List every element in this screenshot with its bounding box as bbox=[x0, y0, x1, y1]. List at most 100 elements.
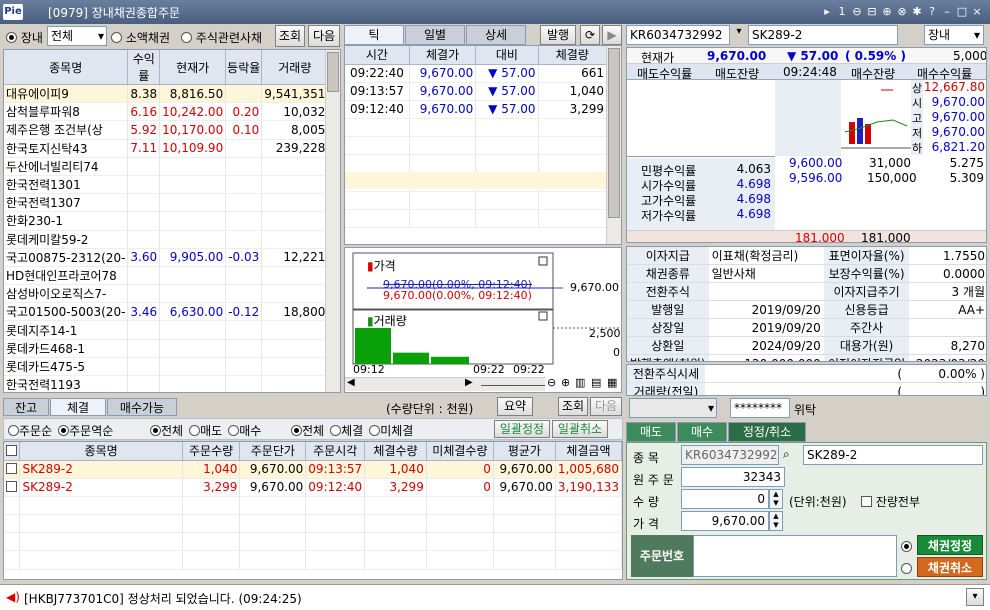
order-row[interactable]: SK289-2 3,299 9,670.00 09:12:40 3,299 0 9,670.… bbox=[4, 478, 622, 497]
bond-row[interactable]: 롯데카드475-5 bbox=[4, 357, 329, 377]
refresh-icon[interactable]: ⟳ bbox=[580, 25, 600, 45]
code-dropdown-icon[interactable]: ▾ bbox=[732, 26, 746, 44]
order-checkbox[interactable] bbox=[6, 481, 17, 493]
order-name-field[interactable]: SK289-2 bbox=[803, 445, 983, 465]
tab-fills[interactable]: 체결 bbox=[50, 398, 106, 416]
order-row[interactable]: SK289-2 1,040 9,670.00 09:13:57 1,040 0 9,670.… bbox=[4, 460, 622, 479]
window-control-6[interactable]: ✱ bbox=[910, 5, 924, 19]
window-control-4[interactable]: ⊕ bbox=[880, 5, 894, 19]
chart-bars-icon[interactable]: ▥ bbox=[575, 376, 585, 389]
chart-table-icon[interactable]: ▦ bbox=[607, 376, 617, 389]
bond-list-scrollbar[interactable] bbox=[325, 50, 340, 392]
tick-scrollbar[interactable] bbox=[606, 46, 621, 244]
radio-side_opts-1[interactable]: 매도 bbox=[189, 424, 222, 438]
col-yield[interactable]: 수익률 bbox=[127, 50, 161, 85]
order-checkbox[interactable] bbox=[6, 463, 17, 475]
tab-buyable[interactable]: 매수가능 bbox=[107, 398, 177, 416]
bond-row[interactable]: HD현대인프라코어78 bbox=[4, 266, 329, 286]
play-icon[interactable]: ▶ bbox=[602, 25, 622, 45]
bond-row[interactable]: 롯데카드468-1 bbox=[4, 339, 329, 358]
issue-button[interactable]: 발행 bbox=[540, 25, 576, 45]
tab-tick[interactable]: 틱 bbox=[344, 25, 404, 45]
query-button[interactable]: 조회 bbox=[275, 25, 305, 47]
window-control-9[interactable]: □ bbox=[955, 5, 969, 19]
radio-sort_opts-0[interactable]: 주문순 bbox=[8, 424, 52, 438]
radio-side_opts-0[interactable]: 전체 bbox=[150, 424, 183, 438]
radio-fill_opts-1[interactable]: 체결 bbox=[330, 424, 363, 438]
bulk-modify-button[interactable]: 일괄정정 bbox=[494, 420, 550, 438]
radio-fill_opts-2[interactable]: 미체결 bbox=[369, 424, 413, 438]
radio-cancel[interactable] bbox=[901, 562, 912, 576]
bond-row[interactable]: 한국토지신탁43 7.11 10,109.90 239,228 bbox=[4, 139, 329, 158]
window-control-5[interactable]: ⊗ bbox=[895, 5, 909, 19]
window-control-3[interactable]: ⊟ bbox=[865, 5, 879, 19]
radio-equity-linked[interactable]: 주식관련사채 bbox=[181, 29, 262, 46]
order-number-field[interactable] bbox=[693, 535, 897, 577]
order-search-icon[interactable]: ⌕ bbox=[783, 447, 790, 462]
password-input[interactable]: ******** bbox=[730, 398, 790, 418]
radio-modify[interactable] bbox=[901, 540, 912, 554]
window-control-7[interactable]: ? bbox=[925, 5, 939, 19]
orders-next-button[interactable]: 다음 bbox=[590, 397, 622, 416]
col-name[interactable]: 종목명 bbox=[4, 50, 129, 85]
status-dropdown-icon[interactable]: ▾ bbox=[966, 588, 984, 606]
qty-stepper[interactable]: ▲ ▼ bbox=[769, 489, 783, 509]
bond-row[interactable]: 한국전력1193 bbox=[4, 375, 329, 392]
col-change[interactable]: 등락율 bbox=[225, 50, 263, 85]
bond-row[interactable]: 삼성바이오로직스7- bbox=[4, 284, 329, 304]
col-volume[interactable]: 거래량 bbox=[261, 50, 329, 85]
order-check[interactable] bbox=[4, 478, 21, 497]
zoom-in-icon[interactable]: ⊕ bbox=[561, 376, 570, 389]
col-price[interactable]: 현재가 bbox=[159, 50, 227, 85]
bond-modify-button[interactable]: 채권정정 bbox=[917, 535, 983, 555]
col-check[interactable] bbox=[4, 442, 21, 461]
tab-detail[interactable]: 상세 bbox=[466, 25, 526, 45]
tab-modify-cancel[interactable]: 정정/취소 bbox=[728, 422, 806, 442]
bond-cancel-button[interactable]: 채권취소 bbox=[917, 557, 983, 577]
orders-query-button[interactable]: 조회 bbox=[558, 397, 588, 416]
radio-sort_opts-1[interactable]: 주문역순 bbox=[58, 424, 113, 438]
account-select[interactable]: ▾ bbox=[629, 398, 717, 418]
radio-fill_opts-0[interactable]: 전체 bbox=[291, 424, 324, 438]
radio-side_opts-2[interactable]: 매수 bbox=[228, 424, 261, 438]
bond-row[interactable]: 대유에이피9 8.38 8,816.50 9,541,351 bbox=[4, 84, 329, 104]
tab-daily[interactable]: 일별 bbox=[405, 25, 465, 45]
market-select[interactable]: 장내 ▾ bbox=[924, 25, 984, 45]
bond-name-field[interactable]: SK289-2 bbox=[748, 25, 898, 45]
bond-row[interactable]: 롯데지주14-1 bbox=[4, 320, 329, 340]
bond-row[interactable]: 한국전력1307 bbox=[4, 193, 329, 213]
bond-row[interactable]: 제주은행 조건부(상 5.92 10,170.00 0.10 8,005 bbox=[4, 120, 329, 140]
zoom-out-icon[interactable]: ⊖ bbox=[547, 376, 556, 389]
window-control-2[interactable]: ⊖ bbox=[850, 5, 864, 19]
remain-all-checkbox[interactable]: 잔량전부 bbox=[861, 493, 920, 510]
tab-sell[interactable]: 매도 bbox=[626, 422, 676, 442]
radio-jangnae[interactable]: 장내 bbox=[6, 29, 43, 46]
chart-settings-icon[interactable]: ▤ bbox=[591, 376, 601, 389]
window-control-1[interactable]: 1 bbox=[835, 5, 849, 19]
next-button[interactable]: 다음 bbox=[308, 25, 340, 47]
zoom-slider[interactable] bbox=[481, 378, 545, 386]
filter-select[interactable]: 전체 ▾ bbox=[47, 26, 107, 46]
bond-row[interactable]: 삼척블루파워8 6.16 10,242.00 0.20 10,032 bbox=[4, 102, 329, 122]
summary-button[interactable]: 요약 bbox=[497, 397, 533, 416]
code-input[interactable]: KR6034732992 bbox=[626, 25, 730, 45]
order-code-input[interactable]: KR6034732992 bbox=[681, 445, 779, 465]
bulk-cancel-button[interactable]: 일괄취소 bbox=[552, 420, 608, 438]
window-control-0[interactable]: ▸ bbox=[820, 5, 834, 19]
bid-price[interactable]: 9,596.00 bbox=[789, 171, 842, 185]
bond-row[interactable]: 한국전력1301 bbox=[4, 175, 329, 195]
orig-order-input[interactable]: 32343 bbox=[681, 467, 785, 487]
qty-input[interactable]: 0 bbox=[681, 489, 769, 509]
bond-row[interactable]: 국고00875-2312(20- 3.60 9,905.00 -0.03 12,221 bbox=[4, 248, 329, 267]
radio-small-bond[interactable]: 소액채권 bbox=[111, 29, 170, 46]
window-control-8[interactable]: – bbox=[940, 5, 954, 19]
tab-buy[interactable]: 매수 bbox=[677, 422, 727, 442]
tab-balance[interactable]: 잔고 bbox=[3, 398, 49, 416]
price-input[interactable]: 9,670.00 bbox=[681, 511, 769, 531]
bond-row[interactable]: 한화230-1 bbox=[4, 211, 329, 231]
bid-price[interactable]: 9,600.00 bbox=[789, 156, 842, 170]
bond-row[interactable]: 국고01500-5003(20- 3.46 6,630.00 -0.12 18,800 bbox=[4, 302, 329, 322]
price-stepper[interactable]: ▲ ▼ bbox=[769, 511, 783, 531]
window-control-10[interactable]: × bbox=[970, 5, 984, 19]
bond-row[interactable]: 롯데케미칼59-2 bbox=[4, 230, 329, 249]
